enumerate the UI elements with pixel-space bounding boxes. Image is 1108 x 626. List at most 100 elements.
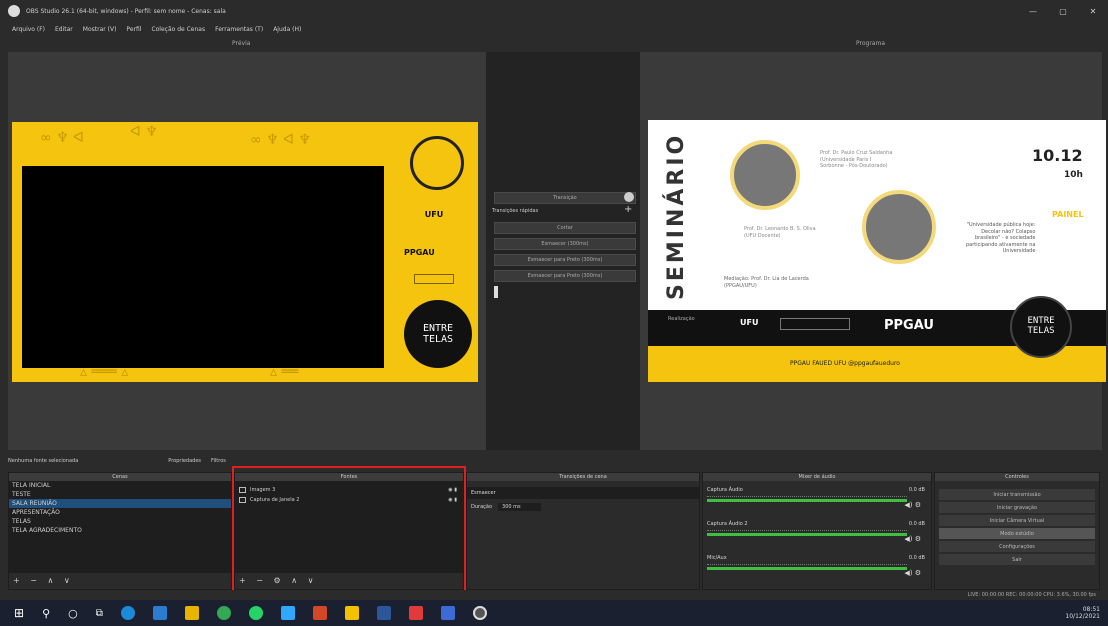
ufu-logo: UFU xyxy=(740,318,759,327)
realizacao-label: Realização xyxy=(668,316,695,322)
duration-row: Duração 300 ms xyxy=(467,501,699,513)
fade-black-button-2[interactable]: Esmaecer para Preto (300ms) xyxy=(494,270,636,282)
menu-profile[interactable]: Perfil xyxy=(126,26,141,33)
scenes-header: Cenas xyxy=(9,473,231,481)
audio-mixer-dock: Mixer de áudio Captura Áudio 0.0 dB ◀) ⚙… xyxy=(702,472,932,590)
cut-button[interactable]: Cortar xyxy=(494,222,636,234)
app-icon[interactable] xyxy=(440,606,455,620)
painel-text: "Universidade pública hoje: Decolar não?… xyxy=(966,222,1036,254)
status-text: LIVE: 00:00:00 REC: 00:00:00 CPU: 3.6%, … xyxy=(967,592,1096,598)
menu-help[interactable]: Ajuda (H) xyxy=(273,26,301,33)
windows-start-icon[interactable]: ⊞ xyxy=(14,606,24,620)
pattern-icon: ∞ ♆ ᐊ xyxy=(40,130,84,146)
fau-logo-icon xyxy=(414,274,454,284)
no-source-selected: Nenhuma fonte selecionada xyxy=(8,458,79,464)
fade-black-button[interactable]: Esmaecer para Preto (300ms) xyxy=(494,254,636,266)
settings-button[interactable]: Configurações xyxy=(939,541,1095,552)
scene-item-selected[interactable]: SALA REUNIÃO xyxy=(9,499,231,508)
scene-item[interactable]: TELA INICIAL xyxy=(9,481,231,490)
word-icon[interactable] xyxy=(376,606,391,620)
quick-transitions-label: Transições rápidas xyxy=(492,208,539,214)
scene-item[interactable]: TELAS xyxy=(9,517,231,526)
acrobat-icon[interactable] xyxy=(408,606,423,620)
volume-slider[interactable] xyxy=(707,533,907,536)
duration-input[interactable]: 300 ms xyxy=(498,503,541,511)
speaker2-text: Prof. Dr. Leonardo B. S. Oliva (UFU Doce… xyxy=(744,226,816,239)
task-view-icon[interactable]: ⧉ xyxy=(96,608,103,619)
menu-view[interactable]: Mostrar (V) xyxy=(83,26,117,33)
pattern-icon: ᐊ ♆ xyxy=(130,124,158,140)
tbar-slider[interactable] xyxy=(494,286,498,298)
add-quick-transition-icon[interactable]: + xyxy=(624,204,632,215)
window-capture-placeholder xyxy=(22,166,384,368)
controls-dock: Controles Iniciar transmissão Iniciar gr… xyxy=(934,472,1100,590)
mute-gear-icon[interactable]: ◀) ⚙ xyxy=(904,569,921,577)
photoshop-icon[interactable] xyxy=(280,606,295,620)
duration-label: Duração xyxy=(471,504,493,510)
mute-gear-icon[interactable]: ◀) ⚙ xyxy=(904,501,921,509)
sticky-notes-icon[interactable] xyxy=(344,606,359,620)
fau-logo-icon xyxy=(780,318,850,330)
scene-item[interactable]: TELA AGRADECIMENTO xyxy=(9,526,231,535)
volume-slider[interactable] xyxy=(707,567,907,570)
event-date: 10.12 xyxy=(1032,146,1083,165)
menu-scene-collection[interactable]: Coleção de Cenas xyxy=(151,26,205,33)
properties-button[interactable]: Propriedades xyxy=(168,458,201,464)
start-streaming-button[interactable]: Iniciar transmissão xyxy=(939,489,1095,500)
preview-label: Prévia xyxy=(232,40,251,47)
system-tray[interactable]: 08:51 10/12/2021 xyxy=(1065,606,1100,620)
painel-label: PAINEL xyxy=(1052,210,1084,219)
filters-button[interactable]: Filtros xyxy=(211,458,226,464)
cortana-icon[interactable]: ○ xyxy=(68,607,78,620)
event-time: 10h xyxy=(1064,170,1083,180)
social-handles: PPGAU FAUED UFU @ppgaufaueduro xyxy=(790,360,900,367)
clock-date: 10/12/2021 xyxy=(1065,613,1100,621)
mixer-channel: Captura Áudio 2 0.0 dB ◀) ⚙ xyxy=(707,521,925,549)
ppgau-logo: PPGAU xyxy=(884,318,934,333)
edge-icon[interactable] xyxy=(120,606,135,620)
scene-item[interactable]: APRESENTAÇÃO xyxy=(9,508,231,517)
powerpoint-icon[interactable] xyxy=(312,606,327,620)
telas-text: TELAS xyxy=(422,334,454,345)
window-title: OBS Studio 26.1 (64-bit, windows) - Perf… xyxy=(26,7,226,15)
transition-center-panel xyxy=(486,52,640,450)
status-bar: LIVE: 00:00:00 REC: 00:00:00 CPU: 3.6%, … xyxy=(0,590,1108,600)
transition-button[interactable]: Transição xyxy=(494,192,636,204)
entre-telas-logo: ENTRE TELAS xyxy=(1010,296,1072,358)
menu-tools[interactable]: Ferramentas (T) xyxy=(215,26,263,33)
gear-icon[interactable] xyxy=(624,192,634,202)
mixer-channel: Mic/Aux 0.0 dB ◀) ⚙ xyxy=(707,555,925,583)
scene-transitions-dock: Transições de cena Esmaecer Duração 300 … xyxy=(466,472,700,590)
fade-button[interactable]: Esmaecer (300ms) xyxy=(494,238,636,250)
minimize-button[interactable]: — xyxy=(1018,0,1048,22)
scene-item[interactable]: TESTE xyxy=(9,490,231,499)
start-virtual-camera-button[interactable]: Iniciar Câmera Virtual xyxy=(939,515,1095,526)
menu-file[interactable]: Arquivo (F) xyxy=(12,26,45,33)
studio-mode-button[interactable]: Modo estúdio xyxy=(939,528,1095,539)
whatsapp-icon[interactable] xyxy=(248,606,263,620)
file-explorer-icon[interactable] xyxy=(152,606,167,620)
start-recording-button[interactable]: Iniciar gravação xyxy=(939,502,1095,513)
highlight-box xyxy=(232,466,466,592)
channel-db: 0.0 dB xyxy=(908,521,925,527)
volume-slider[interactable] xyxy=(707,499,907,502)
scene-tools[interactable]: + − ∧ ∨ xyxy=(13,576,74,585)
menu-bar: Arquivo (F) Editar Mostrar (V) Perfil Co… xyxy=(0,22,1108,36)
folder-icon[interactable] xyxy=(184,606,199,620)
university-seal-icon xyxy=(410,136,464,190)
chrome-icon[interactable] xyxy=(216,606,231,620)
speaker2-photo xyxy=(862,190,936,264)
exit-button[interactable]: Sair xyxy=(939,554,1095,565)
window-titlebar: OBS Studio 26.1 (64-bit, windows) - Perf… xyxy=(0,0,1108,22)
obs-logo-icon xyxy=(8,5,20,17)
close-button[interactable]: ✕ xyxy=(1078,0,1108,22)
obs-taskbar-icon[interactable] xyxy=(472,606,487,620)
seminario-title: SEMINÁRIO xyxy=(664,132,689,300)
clock-time: 08:51 xyxy=(1082,606,1100,613)
search-icon[interactable]: ⚲ xyxy=(42,607,50,620)
menu-edit[interactable]: Editar xyxy=(55,26,73,33)
mute-gear-icon[interactable]: ◀) ⚙ xyxy=(904,535,921,543)
maximize-button[interactable]: ▢ xyxy=(1048,0,1078,22)
scenes-dock: Cenas TELA INICIAL TESTE SALA REUNIÃO AP… xyxy=(8,472,232,590)
transition-select[interactable]: Esmaecer xyxy=(467,487,699,499)
